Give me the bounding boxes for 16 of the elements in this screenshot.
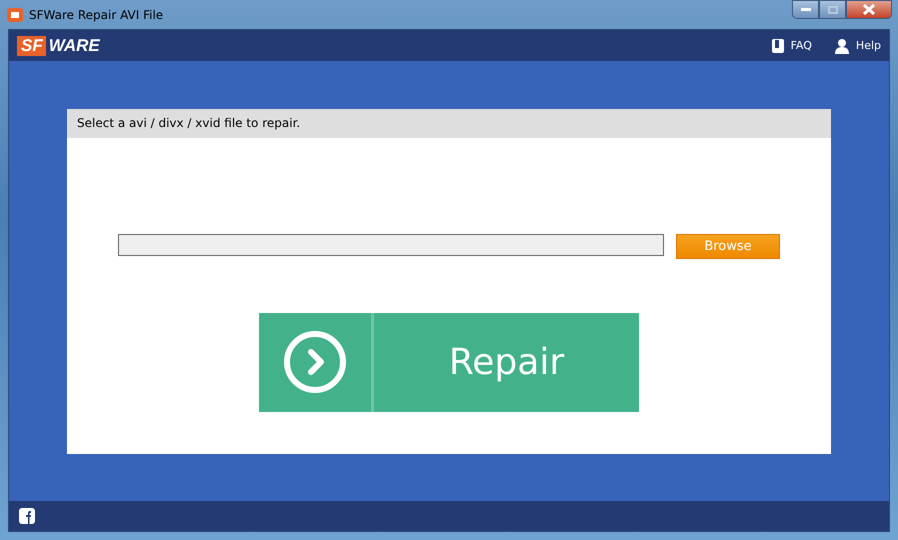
faq-link[interactable]: FAQ xyxy=(770,38,812,54)
help-link[interactable]: Help xyxy=(834,38,881,54)
minimize-button[interactable] xyxy=(792,0,819,19)
book-icon xyxy=(770,38,785,54)
app-icon xyxy=(7,8,23,22)
arrow-circle-icon xyxy=(283,330,347,394)
facebook-icon[interactable] xyxy=(19,508,35,524)
file-path-field[interactable] xyxy=(118,234,664,256)
close-icon xyxy=(863,4,875,15)
person-icon xyxy=(834,38,850,54)
close-button[interactable] xyxy=(846,0,892,19)
window-title: SFWare Repair AVI File xyxy=(29,8,164,22)
instruction-text: Select a avi / divx / xvid file to repair. xyxy=(77,116,300,130)
logo: SF WARE xyxy=(17,36,100,56)
maximize-icon xyxy=(828,6,838,14)
minimize-icon xyxy=(800,8,810,11)
